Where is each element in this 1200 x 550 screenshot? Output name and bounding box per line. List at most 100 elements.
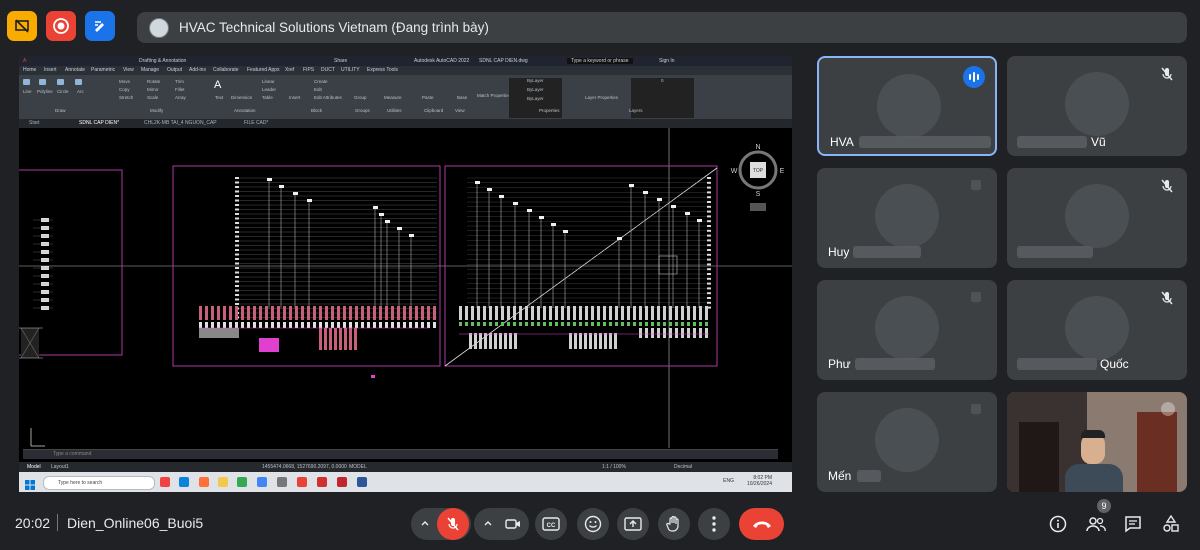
captions-button[interactable]: CC: [535, 508, 567, 540]
present-button[interactable]: [617, 508, 649, 540]
participant-video-tile[interactable]: [1007, 392, 1187, 492]
tab-fips[interactable]: FIPS: [303, 67, 314, 73]
tab-utility[interactable]: UTILITY: [341, 67, 360, 73]
autocad-taskbar-icon[interactable]: [337, 477, 347, 487]
tab-annotate[interactable]: Annotate: [65, 67, 85, 73]
circle-icon[interactable]: [57, 79, 64, 85]
raise-hand-button[interactable]: [658, 508, 690, 540]
tool-array[interactable]: Array: [175, 95, 186, 118]
group-properties: Properties: [539, 108, 560, 113]
meeting-details-button[interactable]: [1047, 513, 1069, 535]
viewcube-w: W: [731, 168, 738, 175]
participant-tile[interactable]: [1007, 168, 1187, 268]
layout-tab-1[interactable]: Layout1: [51, 464, 69, 470]
windows-start-icon[interactable]: [25, 477, 35, 490]
cad-drawing-canvas[interactable]: TOP N S W E: [19, 128, 792, 448]
more-options-button[interactable]: [698, 508, 730, 540]
coordinate-readout: 1455474.0668, 1527690.2097, 0.0000: [262, 464, 347, 470]
taskbar-app-icon[interactable]: [218, 477, 228, 487]
taskbar-app-icon[interactable]: [317, 477, 327, 487]
tab-insert[interactable]: Insert: [44, 67, 57, 73]
taskbar-clock[interactable]: 8:02 PM 10/26/2024: [747, 475, 772, 487]
camera-options-chevron-icon[interactable]: [477, 519, 499, 529]
participant-tile[interactable]: Mến: [817, 392, 997, 492]
people-button[interactable]: [1085, 513, 1107, 535]
tab-collaborate[interactable]: Collaborate: [213, 67, 239, 73]
autocad-search-input[interactable]: Type a keyword or phrase: [567, 58, 633, 64]
hang-up-icon: [752, 521, 771, 528]
tool-stretch[interactable]: Stretch: [119, 95, 133, 118]
participant-tile[interactable]: Vũ: [1007, 56, 1187, 156]
tab-addins[interactable]: Add-ins: [189, 67, 206, 73]
tool-insert[interactable]: Insert: [289, 95, 300, 118]
taskbar-search[interactable]: Type here to search: [43, 476, 155, 490]
participant-tile[interactable]: Quốc: [1007, 280, 1187, 380]
video-background: [1137, 412, 1177, 492]
annotation-scale[interactable]: 1:1 / 100%: [602, 464, 626, 470]
taskbar-app-icon[interactable]: [257, 477, 267, 487]
present-off-icon[interactable]: [7, 11, 37, 41]
workspace-label[interactable]: Drafting & Annotation: [139, 58, 186, 64]
people-icon: [1086, 517, 1106, 532]
doc-tab-sdnl[interactable]: SDNL CAP DIEN*: [79, 120, 119, 126]
model-toggle[interactable]: MODEL: [349, 464, 367, 470]
activities-button[interactable]: [1160, 513, 1182, 535]
participant-count-badge: 9: [1097, 499, 1111, 513]
tab-manage[interactable]: Manage: [141, 67, 159, 73]
group-clipboard: Clipboard: [424, 108, 444, 113]
doc-tab-chl[interactable]: CHL2K-MB TAI_4 NGUON_CAP: [144, 120, 217, 126]
share-label[interactable]: Share: [334, 58, 347, 64]
doc-tab-start[interactable]: Start: [29, 120, 40, 126]
tab-duct[interactable]: DUCT: [321, 67, 335, 73]
blurred-name: [1017, 358, 1097, 370]
taskbar-app-icon[interactable]: [357, 477, 367, 487]
polyline-icon[interactable]: [39, 79, 46, 85]
tab-view[interactable]: View: [123, 67, 134, 73]
participant-name: Huy: [828, 245, 850, 259]
arc-icon[interactable]: [75, 79, 82, 85]
units-setting[interactable]: Decimal: [674, 464, 692, 470]
tab-xref[interactable]: Xref: [285, 67, 294, 73]
mic-off-button[interactable]: [437, 508, 469, 540]
layout-tab-model[interactable]: Model: [27, 464, 41, 470]
tool-layer-properties[interactable]: Layer Properties: [585, 95, 618, 118]
mic-options-chevron-icon[interactable]: [413, 519, 437, 529]
taskbar-app-icon[interactable]: [199, 477, 209, 487]
doc-tab-file-cad[interactable]: FILE CAD*: [244, 120, 268, 126]
wcs-button[interactable]: [750, 203, 766, 211]
taskbar-language[interactable]: ENG: [723, 478, 734, 484]
record-icon[interactable]: [46, 11, 76, 41]
blurred-name: [1017, 246, 1093, 258]
tab-featured-apps[interactable]: Featured Apps: [247, 67, 280, 73]
viewcube-e: E: [780, 168, 785, 175]
taskbar-app-icon[interactable]: [237, 477, 247, 487]
taskbar-app-icon[interactable]: [297, 477, 307, 487]
command-input[interactable]: Type a command: [53, 451, 91, 457]
tab-output[interactable]: Output: [167, 67, 182, 73]
tab-express-tools[interactable]: Express Tools: [367, 67, 398, 73]
camera-button[interactable]: [499, 518, 527, 530]
participant-tile-presenter[interactable]: HVA: [817, 56, 997, 156]
viewcube-top[interactable]: TOP: [753, 168, 764, 174]
participant-name: Vũ: [1091, 135, 1106, 149]
participant-tile[interactable]: Phư: [817, 280, 997, 380]
sign-in-link[interactable]: Sign In: [659, 58, 675, 64]
taskbar-search-input[interactable]: Type here to search: [58, 480, 102, 486]
line-icon[interactable]: [23, 79, 30, 85]
chat-button[interactable]: [1122, 513, 1144, 535]
taskbar-app-icon[interactable]: [160, 477, 170, 487]
participant-tile[interactable]: Huy: [817, 168, 997, 268]
tab-home[interactable]: Home: [23, 67, 36, 73]
command-line[interactable]: Type a command: [23, 449, 778, 459]
taskbar-app-icon[interactable]: [277, 477, 287, 487]
tool-table[interactable]: Table: [262, 95, 273, 118]
tool-polyline: Polyline: [37, 89, 53, 94]
tab-parametric[interactable]: Parametric: [91, 67, 115, 73]
taskbar-app-icon[interactable]: [179, 477, 189, 487]
reactions-button[interactable]: [577, 508, 609, 540]
whiteboard-icon[interactable]: [85, 11, 115, 41]
tool-match-properties[interactable]: Match Properties: [477, 93, 511, 118]
raise-hand-icon: [666, 515, 679, 532]
leave-call-button[interactable]: [739, 508, 784, 540]
participant-avatar: [875, 184, 939, 248]
